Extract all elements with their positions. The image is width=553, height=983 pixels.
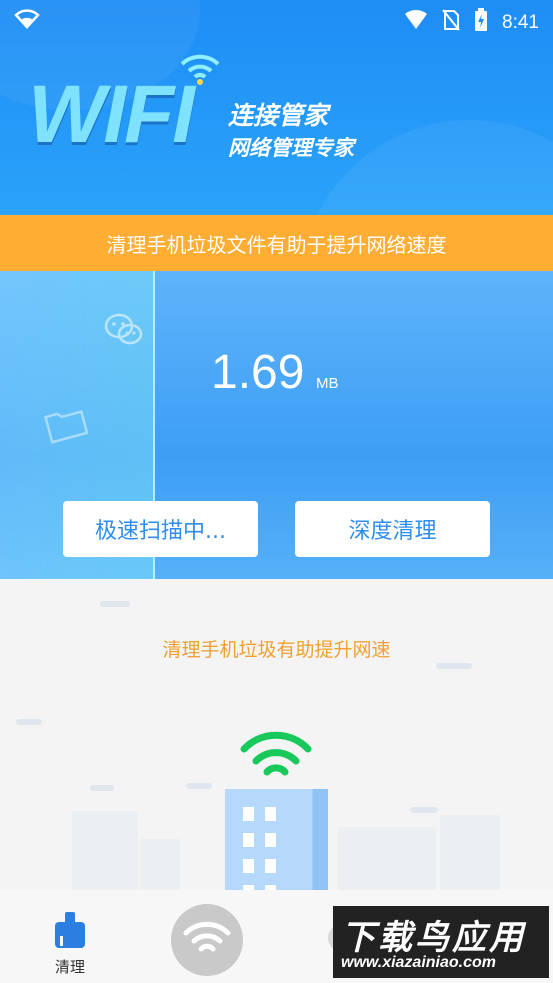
building-illustration (225, 789, 328, 899)
deep-clean-label: 深度清理 (348, 519, 437, 544)
tab-wifi-button[interactable] (171, 904, 243, 976)
illustration-panel: 清理手机垃圾有助提升网速 (0, 579, 553, 910)
battery-charging-icon (474, 8, 488, 37)
banner-text: 清理手机垃圾文件有助于提升网络速度 (106, 232, 447, 257)
signal-icon (404, 9, 428, 36)
scan-panel: 1.69 MB 极速扫描中... 深度清理 (0, 271, 553, 579)
city-building (440, 815, 500, 901)
cloud-decoration (90, 785, 114, 791)
tip-banner: 清理手机垃圾文件有助于提升网络速度 (0, 215, 553, 271)
cloud-decoration (410, 807, 438, 813)
app-title: 连接管家 (228, 101, 329, 130)
logo-wifi-word: WIFI (28, 69, 195, 160)
junk-size-value: 1.69 (211, 346, 305, 399)
wifi-signal-icon (178, 52, 222, 90)
wifi-green-icon (240, 727, 312, 787)
no-sim-icon (442, 9, 460, 36)
cloud-decoration (16, 719, 42, 725)
tab-clean-label: 清理 (54, 958, 85, 976)
status-time: 8:41 (502, 11, 539, 33)
cloud-decoration (436, 663, 472, 669)
wifi-icon (183, 919, 231, 961)
watermark-url: www.xiazainiao.com (341, 954, 497, 971)
deep-clean-button[interactable]: 深度清理 (295, 501, 490, 557)
cloud-decoration (100, 601, 130, 607)
watermark-logo: 下载鸟应用 www.xiazainiao.com (333, 906, 549, 978)
app-logo: WIFI 连接管家 网络管理专家 (28, 54, 388, 168)
app-subtitle: 网络管理专家 (228, 136, 354, 160)
quick-scan-label: 极速扫描中... (95, 519, 226, 544)
watermark-title: 下载鸟应用 (341, 918, 526, 958)
junk-size-unit: MB (316, 375, 339, 392)
city-building (72, 811, 138, 901)
cloud-decoration (186, 783, 212, 789)
app-header: 8:41 WIFI 连接管家 网络管理专家 (0, 0, 553, 215)
tab-clean[interactable]: 清理 (48, 910, 92, 977)
wifi-icon (14, 9, 40, 34)
wechat-icon (104, 313, 144, 351)
folder-icon (43, 404, 89, 448)
cleanup-tip: 清理手机垃圾有助提升网速 (162, 639, 391, 661)
quick-scan-button[interactable]: 极速扫描中... (63, 501, 258, 557)
status-bar: 8:41 (0, 0, 553, 40)
broom-icon (52, 912, 88, 954)
